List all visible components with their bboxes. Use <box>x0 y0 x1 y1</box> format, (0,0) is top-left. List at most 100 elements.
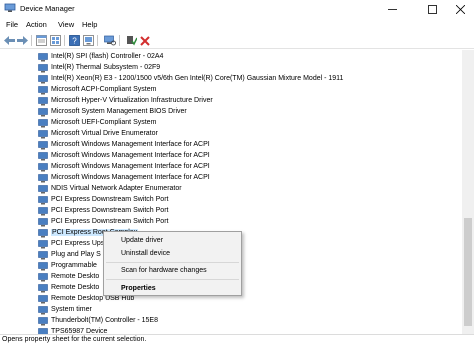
system-device-icon <box>38 119 48 128</box>
system-device-icon <box>38 196 48 205</box>
system-device-icon <box>38 218 48 227</box>
system-device-icon <box>38 152 48 161</box>
tree-item[interactable]: Intel(R) SPI (flash) Controller - 02A4 <box>0 52 462 63</box>
menu-item-uninstall-device[interactable]: Uninstall device <box>104 248 241 260</box>
menu-action[interactable]: Action <box>26 20 47 29</box>
system-device-icon <box>38 229 48 238</box>
system-device-icon <box>38 240 48 249</box>
toolbar-separator <box>97 35 98 46</box>
tree-item-label: System timer <box>51 306 92 313</box>
tree-item[interactable]: Intel(R) Xeon(R) E3 - 1200/1500 v5/6th G… <box>0 74 462 85</box>
properties-icon <box>36 35 47 46</box>
tree-item[interactable]: PCI Express Downstream Switch Port <box>0 195 462 206</box>
tree-item[interactable]: Microsoft ACPI-Compliant System <box>0 85 462 96</box>
show-hidden-button[interactable] <box>49 34 62 47</box>
show-hidden-icon <box>50 35 61 46</box>
tree-item[interactable]: Microsoft Windows Management Interface f… <box>0 173 462 184</box>
title-bar: Device Manager <box>0 0 474 18</box>
tree-item-label: Thunderbolt(TM) Controller - 15E8 <box>51 317 158 324</box>
tree-item-label: PCI Express Downstream Switch Port <box>51 196 169 203</box>
tree-item-label: PCI Express Downstream Switch Port <box>51 218 169 225</box>
tree-item-label: Remote Deskto <box>51 284 100 291</box>
back-button[interactable] <box>3 34 16 47</box>
menu-item-update-driver[interactable]: Update driver <box>104 235 241 247</box>
tree-item[interactable]: Microsoft UEFI-Compliant System <box>0 118 462 129</box>
tree-item[interactable]: Microsoft System Management BIOS Driver <box>0 107 462 118</box>
system-device-icon <box>38 97 48 106</box>
system-device-icon <box>38 130 48 139</box>
forward-button[interactable] <box>16 34 29 47</box>
system-device-icon <box>38 141 48 150</box>
toolbar-separator <box>119 35 120 46</box>
menu-help[interactable]: Help <box>82 20 97 29</box>
tree-item-label: Plug and Play S <box>51 251 101 258</box>
system-device-icon <box>38 108 48 117</box>
tree-item-label: Microsoft System Management BIOS Driver <box>51 108 187 115</box>
tree-item-label: Microsoft Windows Management Interface f… <box>51 141 210 148</box>
enable-device-button[interactable] <box>125 34 138 47</box>
tree-item[interactable]: Microsoft Virtual Drive Enumerator <box>0 129 462 140</box>
tree-item-label: Microsoft Hyper-V Virtualization Infrast… <box>51 97 213 104</box>
tree-item[interactable]: System timer <box>0 305 462 316</box>
menu-bar: File Action View Help <box>0 18 474 32</box>
tree-item-label: Intel(R) SPI (flash) Controller - 02A4 <box>51 53 164 60</box>
forward-arrow-icon <box>17 36 28 45</box>
menu-item-label: Uninstall device <box>121 250 171 257</box>
tree-item[interactable]: Microsoft Windows Management Interface f… <box>0 162 462 173</box>
menu-view[interactable]: View <box>58 20 74 29</box>
properties-button[interactable] <box>35 34 48 47</box>
menu-file[interactable]: File <box>6 20 18 29</box>
system-device-icon <box>38 174 48 183</box>
system-device-icon <box>38 317 48 326</box>
system-device-icon <box>38 306 48 315</box>
maximize-icon <box>427 4 437 14</box>
menu-item-scan-hardware[interactable]: Scan for hardware changes <box>104 265 241 277</box>
tree-item[interactable]: Microsoft Windows Management Interface f… <box>0 140 462 151</box>
tree-item[interactable]: Microsoft Windows Management Interface f… <box>0 151 462 162</box>
back-arrow-icon <box>4 36 15 45</box>
enable-device-icon <box>127 36 137 46</box>
maximize-button[interactable] <box>418 0 446 18</box>
tree-item[interactable]: Thunderbolt(TM) Controller - 15E8 <box>0 316 462 327</box>
scan-hardware-icon <box>103 35 116 46</box>
uninstall-device-button[interactable] <box>138 34 151 47</box>
system-device-icon <box>38 163 48 172</box>
tree-item[interactable]: PCI Express Downstream Switch Port <box>0 217 462 228</box>
tree-item[interactable]: Microsoft Hyper-V Virtualization Infrast… <box>0 96 462 107</box>
toolbar-separator <box>64 35 65 46</box>
tree-item[interactable]: NDIS Virtual Network Adapter Enumerator <box>0 184 462 195</box>
tree-item-label: Microsoft Windows Management Interface f… <box>51 152 210 159</box>
system-device-icon <box>38 53 48 62</box>
tree-item-label: Programmable <box>51 262 97 269</box>
system-device-icon <box>38 284 48 293</box>
scan-hardware-button[interactable] <box>103 34 116 47</box>
system-device-icon <box>38 207 48 216</box>
minimize-button[interactable] <box>378 0 406 18</box>
status-bar: Opens property sheet for the current sel… <box>0 334 474 346</box>
tree-item[interactable]: PCI Express Downstream Switch Port <box>0 206 462 217</box>
tree-item-label: Remote Deskto <box>51 273 100 280</box>
menu-item-label: Properties <box>121 285 156 292</box>
tree-item-label: Microsoft UEFI-Compliant System <box>51 119 157 126</box>
menu-item-label: Update driver <box>121 237 164 244</box>
tree-item-label: Intel(R) Thermal Subsystem - 02F9 <box>51 64 161 71</box>
tree-item[interactable]: TPS65987 Device <box>0 327 462 334</box>
tree-item-label: PCI Express Ups <box>51 240 105 247</box>
toolbar-separator <box>31 35 32 46</box>
status-text: Opens property sheet for the current sel… <box>2 336 147 343</box>
menu-separator <box>106 279 239 280</box>
scrollbar-thumb[interactable] <box>464 218 472 326</box>
close-button[interactable] <box>446 0 474 18</box>
tree-item-label: Microsoft Windows Management Interface f… <box>51 163 210 170</box>
context-menu: Update driver Uninstall device Scan for … <box>103 231 242 296</box>
system-device-icon <box>38 75 48 84</box>
update-driver-button[interactable] <box>82 34 95 47</box>
vertical-scrollbar[interactable] <box>462 50 474 334</box>
tree-item-label: Remote Desktop USB Hub <box>51 295 135 302</box>
tree-item[interactable]: Intel(R) Thermal Subsystem - 02F9 <box>0 63 462 74</box>
help-button[interactable]: ? <box>68 34 81 47</box>
system-device-icon <box>38 185 48 194</box>
tree-item-label: Microsoft ACPI-Compliant System <box>51 86 157 93</box>
menu-item-properties[interactable]: Properties <box>104 283 241 295</box>
device-manager-icon <box>4 3 16 12</box>
